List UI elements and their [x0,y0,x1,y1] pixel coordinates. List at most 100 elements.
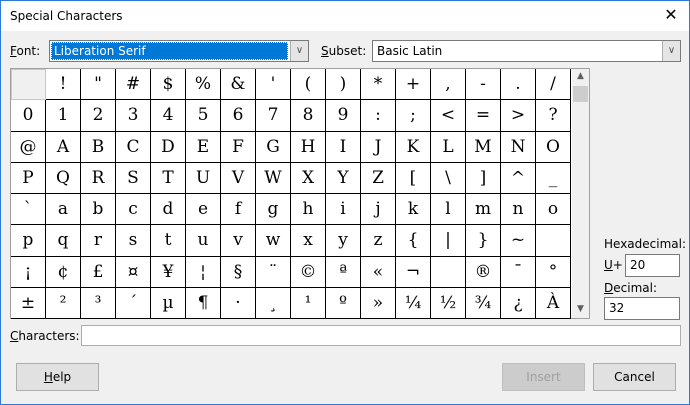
character-cell[interactable]: ª [326,256,361,288]
character-cell[interactable]: A [46,131,81,163]
character-cell[interactable]: a [46,194,81,226]
scroll-thumb[interactable] [573,86,588,102]
character-cell[interactable]: ¤ [116,256,151,288]
character-cell[interactable]: º [326,287,361,319]
chevron-down-icon[interactable]: ∨ [290,41,308,61]
character-cell[interactable]: 5 [186,100,221,132]
character-cell[interactable]: ' [256,69,291,101]
character-cell[interactable]: * [361,69,396,101]
decimal-input[interactable]: 32 [604,297,680,320]
character-cell[interactable]: Y [326,162,361,194]
character-cell[interactable]: _ [536,162,571,194]
character-cell[interactable]: 8 [291,100,326,132]
character-cell[interactable]: } [466,225,501,257]
character-cell[interactable]: W [256,162,291,194]
character-cell[interactable]: E [186,131,221,163]
character-cell[interactable]: S [116,162,151,194]
character-cell[interactable]: + [396,69,431,101]
character-cell[interactable]: B [81,131,116,163]
character-cell[interactable]: ( [291,69,326,101]
character-cell[interactable] [536,225,571,257]
character-cell[interactable]: @ [11,131,46,163]
font-dropdown[interactable]: Liberation Serif ∨ [49,40,309,62]
character-cell[interactable]: H [291,131,326,163]
character-cell[interactable] [11,69,46,101]
character-cell[interactable]: ¶ [186,287,221,319]
character-cell[interactable]: c [116,194,151,226]
character-cell[interactable]: d [151,194,186,226]
character-cell[interactable]: ¥ [151,256,186,288]
character-cell[interactable]: O [536,131,571,163]
character-cell[interactable]: U [186,162,221,194]
character-cell[interactable]: ? [536,100,571,132]
character-cell[interactable]: h [291,194,326,226]
character-cell[interactable]: w [256,225,291,257]
character-cell[interactable]: ¸ [256,287,291,319]
character-cell[interactable]: | [431,225,466,257]
character-cell[interactable]: J [361,131,396,163]
character-cell[interactable]: 0 [11,100,46,132]
character-cell[interactable]: ` [11,194,46,226]
character-cell[interactable]: $ [151,69,186,101]
character-cell[interactable]: z [361,225,396,257]
character-cell[interactable]: N [501,131,536,163]
character-cell[interactable]: ¿ [501,287,536,319]
character-cell[interactable]: o [536,194,571,226]
character-cell[interactable]: < [431,100,466,132]
character-cell[interactable]: f [221,194,256,226]
character-cell[interactable]: · [221,287,256,319]
character-cell[interactable]: k [396,194,431,226]
character-cell[interactable]: & [221,69,256,101]
character-cell[interactable]: # [116,69,151,101]
character-cell[interactable]: 6 [221,100,256,132]
close-icon[interactable]: ✕ [661,5,681,24]
character-cell[interactable]: ° [536,256,571,288]
character-cell[interactable]: µ [151,287,186,319]
character-cell[interactable]: V [221,162,256,194]
character-cell[interactable]: ¡ [11,256,46,288]
character-cell[interactable]: G [256,131,291,163]
help-button[interactable]: Help [16,363,99,391]
character-cell[interactable]: i [326,194,361,226]
character-cell[interactable]: ¾ [466,287,501,319]
character-cell[interactable]: T [151,162,186,194]
character-cell[interactable]: ; [396,100,431,132]
character-cell[interactable]: ¯ [501,256,536,288]
character-cell[interactable]: C [116,131,151,163]
character-cell[interactable]: m [466,194,501,226]
character-cell[interactable]: ® [466,256,501,288]
character-cell[interactable]: ´ [116,287,151,319]
character-cell[interactable]: ! [46,69,81,101]
character-cell[interactable]: : [361,100,396,132]
character-cell[interactable]: u [186,225,221,257]
character-cell[interactable]: R [81,162,116,194]
character-cell[interactable]: \ [431,162,466,194]
character-cell[interactable]: § [221,256,256,288]
character-cell[interactable]: t [151,225,186,257]
character-cell[interactable]: M [466,131,501,163]
character-cell[interactable]: = [466,100,501,132]
character-cell[interactable]: 3 [116,100,151,132]
character-cell[interactable]: g [256,194,291,226]
scroll-up-icon[interactable]: ▲ [572,71,589,81]
character-cell[interactable]: © [291,256,326,288]
character-cell[interactable]: b [81,194,116,226]
character-cell[interactable]: ­ [431,256,466,288]
character-cell[interactable]: X [291,162,326,194]
character-cell[interactable]: ² [46,287,81,319]
character-cell[interactable]: [ [396,162,431,194]
insert-button[interactable]: Insert [502,363,585,391]
character-cell[interactable]: . [501,69,536,101]
character-cell[interactable]: I [326,131,361,163]
character-cell[interactable]: " [81,69,116,101]
character-cell[interactable]: ¢ [46,256,81,288]
character-cell[interactable]: ] [466,162,501,194]
character-cell[interactable]: ¬ [396,256,431,288]
character-cell[interactable]: 2 [81,100,116,132]
character-cell[interactable]: 1 [46,100,81,132]
character-cell[interactable]: { [396,225,431,257]
character-cell[interactable]: ) [326,69,361,101]
subset-dropdown[interactable]: Basic Latin ∨ [372,40,681,62]
character-cell[interactable]: x [291,225,326,257]
character-cell[interactable]: n [501,194,536,226]
